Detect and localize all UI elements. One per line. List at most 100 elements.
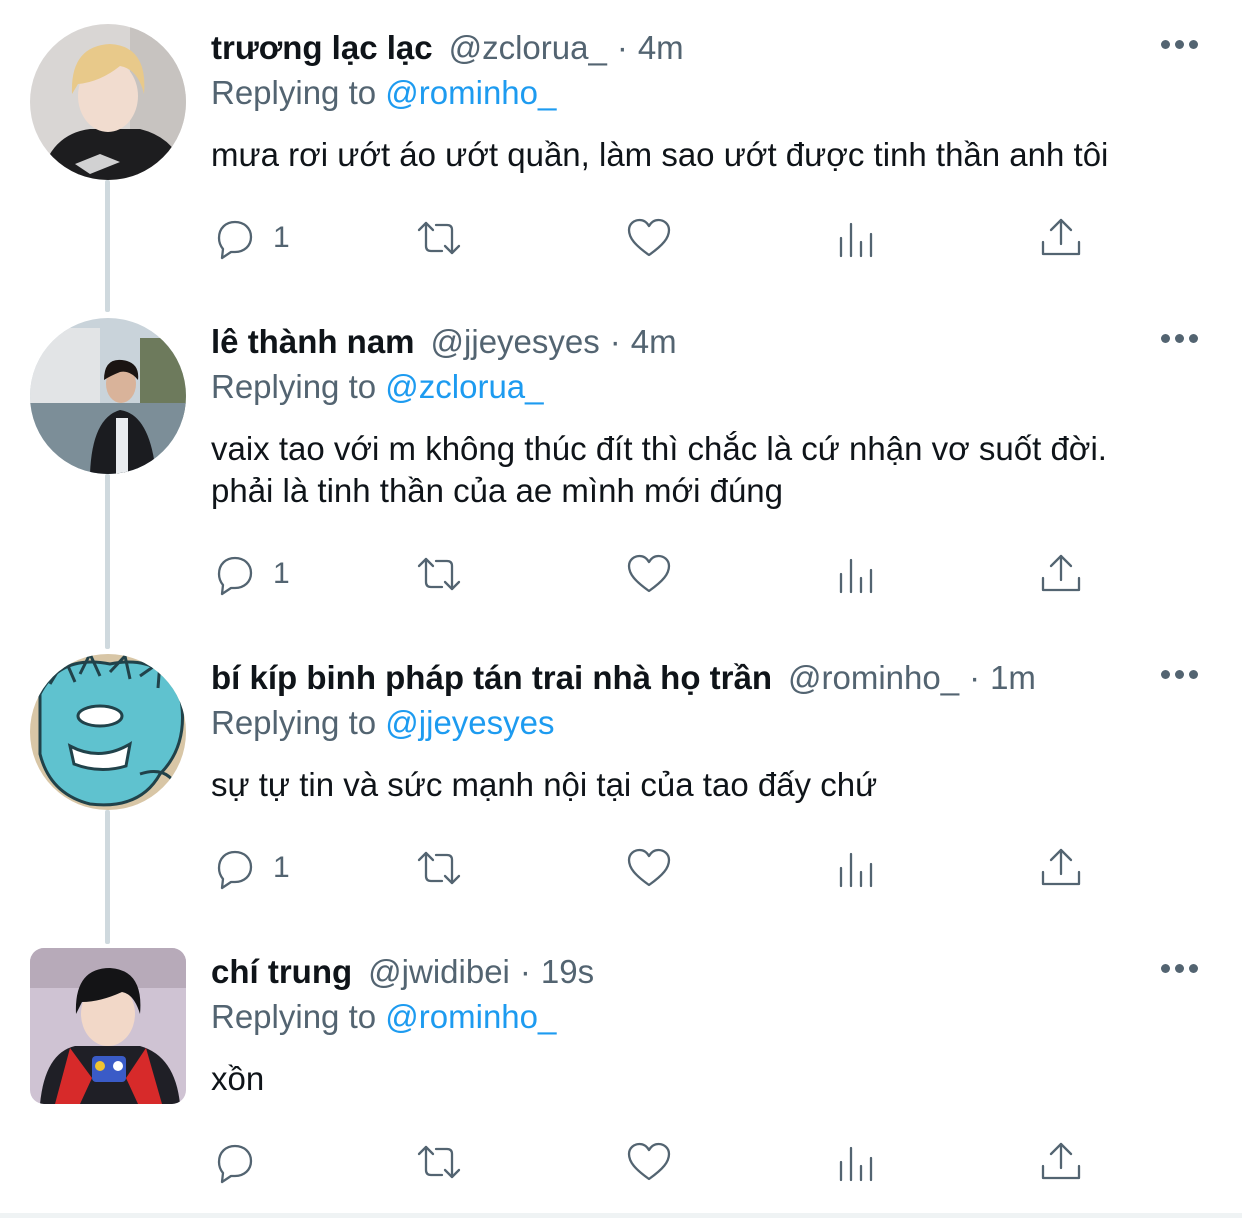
analytics-icon: [839, 558, 873, 594]
heart-icon: [627, 1142, 671, 1181]
mention-link[interactable]: @jjeyesyes: [385, 704, 554, 741]
divider: [0, 1213, 1242, 1218]
retweet-icon: [417, 557, 461, 591]
share-icon: [1041, 554, 1081, 592]
avatar-photo-canal: [30, 318, 186, 474]
more-dots-icon[interactable]: [1161, 40, 1198, 49]
timestamp[interactable]: 4m: [638, 29, 684, 67]
analytics-icon: [839, 222, 873, 258]
reply-count: 1: [273, 851, 290, 884]
replying-to: Replying to @rominho_: [211, 998, 556, 1036]
replying-to: Replying to @rominho_: [211, 74, 556, 112]
retweet-icon: [417, 851, 461, 885]
avatar-cartoon-blue-cat: [30, 654, 186, 810]
display-name[interactable]: trương lạc lạc: [211, 29, 433, 67]
tweet-text: mưa rơi ướt áo ướt quần, làm sao ướt đượ…: [211, 136, 1109, 173]
replying-to: Replying to @zclorua_: [211, 368, 544, 406]
reply-button[interactable]: [211, 1138, 273, 1186]
user-handle[interactable]: @zclorua_: [449, 29, 607, 67]
retweet-icon: [417, 1145, 461, 1179]
analytics-icon: [839, 852, 873, 888]
tweet-header: chí trung @jwidibei · 19s: [211, 950, 594, 994]
separator-dot: ·: [519, 953, 531, 990]
reply-count: 1: [273, 221, 290, 254]
avatar[interactable]: [30, 948, 186, 1104]
reply-icon: [217, 1144, 253, 1184]
avatar[interactable]: [30, 24, 186, 180]
share-button[interactable]: [1037, 550, 1085, 598]
avatar-photo-blond-hair: [30, 24, 186, 180]
action-bar: 1: [211, 214, 1111, 274]
display-name[interactable]: chí trung: [211, 953, 352, 991]
retweet-button[interactable]: [415, 550, 463, 598]
heart-icon: [627, 554, 671, 593]
avatar[interactable]: [30, 318, 186, 474]
replying-to: Replying to @jjeyesyes: [211, 704, 555, 742]
like-button[interactable]: [625, 1138, 673, 1186]
tweet[interactable]: chí trung @jwidibei · 19s Replying to @r…: [0, 948, 1242, 1208]
replying-label: Replying to: [211, 74, 377, 111]
share-icon: [1041, 1142, 1081, 1180]
share-icon: [1041, 218, 1081, 256]
reply-button[interactable]: 1: [211, 214, 290, 262]
analytics-button[interactable]: [833, 214, 881, 262]
replying-label: Replying to: [211, 704, 377, 741]
separator-dot: ·: [609, 323, 621, 360]
tweet-header: bí kíp binh pháp tán trai nhà họ trần @r…: [211, 656, 1036, 700]
retweet-button[interactable]: [415, 844, 463, 892]
action-bar: 1: [211, 550, 1111, 610]
action-bar: 1: [211, 844, 1111, 904]
analytics-button[interactable]: [833, 550, 881, 598]
avatar[interactable]: [30, 654, 186, 810]
tweet[interactable]: trương lạc lạc @zclorua_ · 4m Replying t…: [0, 24, 1242, 294]
timestamp[interactable]: 1m: [990, 659, 1036, 697]
separator-dot: ·: [616, 29, 628, 66]
reply-button[interactable]: 1: [211, 844, 290, 892]
mention-link[interactable]: @zclorua_: [385, 368, 543, 405]
replying-label: Replying to: [211, 368, 377, 405]
tweet[interactable]: lê thành nam @jjeyesyes · 4m Replying to…: [0, 318, 1242, 638]
action-bar: [211, 1138, 1111, 1198]
retweet-icon: [417, 221, 461, 255]
share-icon: [1041, 848, 1081, 886]
user-handle[interactable]: @jjeyesyes: [431, 323, 600, 361]
display-name[interactable]: lê thành nam: [211, 323, 415, 361]
retweet-button[interactable]: [415, 1138, 463, 1186]
tweet-text: xồn: [211, 1060, 265, 1097]
analytics-icon: [839, 1146, 873, 1182]
heart-icon: [627, 218, 671, 257]
tweet[interactable]: bí kíp binh pháp tán trai nhà họ trần @r…: [0, 654, 1242, 934]
reply-button[interactable]: 1: [211, 550, 290, 598]
user-handle[interactable]: @jwidibei: [368, 953, 510, 991]
mention-link[interactable]: @rominho_: [385, 74, 556, 111]
more-dots-icon[interactable]: [1161, 670, 1198, 679]
more-dots-icon[interactable]: [1161, 334, 1198, 343]
like-button[interactable]: [625, 214, 673, 262]
tweet-text: vaix tao với m không thúc đít thì chắc l…: [211, 430, 1107, 509]
replying-label: Replying to: [211, 998, 377, 1035]
share-button[interactable]: [1037, 214, 1085, 262]
tweet-text: sự tự tin và sức mạnh nội tại của tao đấ…: [211, 766, 878, 803]
mention-link[interactable]: @rominho_: [385, 998, 556, 1035]
reply-icon: [217, 556, 253, 596]
like-button[interactable]: [625, 550, 673, 598]
analytics-button[interactable]: [833, 844, 881, 892]
display-name[interactable]: bí kíp binh pháp tán trai nhà họ trần: [211, 659, 772, 697]
share-button[interactable]: [1037, 844, 1085, 892]
reply-icon: [217, 850, 253, 890]
timestamp[interactable]: 4m: [631, 323, 677, 361]
share-button[interactable]: [1037, 1138, 1085, 1186]
more-dots-icon[interactable]: [1161, 964, 1198, 973]
reply-icon: [217, 220, 253, 260]
avatar-photo-toy-figure: [30, 948, 186, 1104]
tweet-header: lê thành nam @jjeyesyes · 4m: [211, 320, 677, 364]
retweet-button[interactable]: [415, 214, 463, 262]
separator-dot: ·: [969, 659, 981, 696]
analytics-button[interactable]: [833, 1138, 881, 1186]
heart-icon: [627, 848, 671, 887]
reply-count: 1: [273, 557, 290, 590]
timestamp[interactable]: 19s: [541, 953, 594, 991]
like-button[interactable]: [625, 844, 673, 892]
user-handle[interactable]: @rominho_: [788, 659, 959, 697]
tweet-header: trương lạc lạc @zclorua_ · 4m: [211, 26, 684, 70]
